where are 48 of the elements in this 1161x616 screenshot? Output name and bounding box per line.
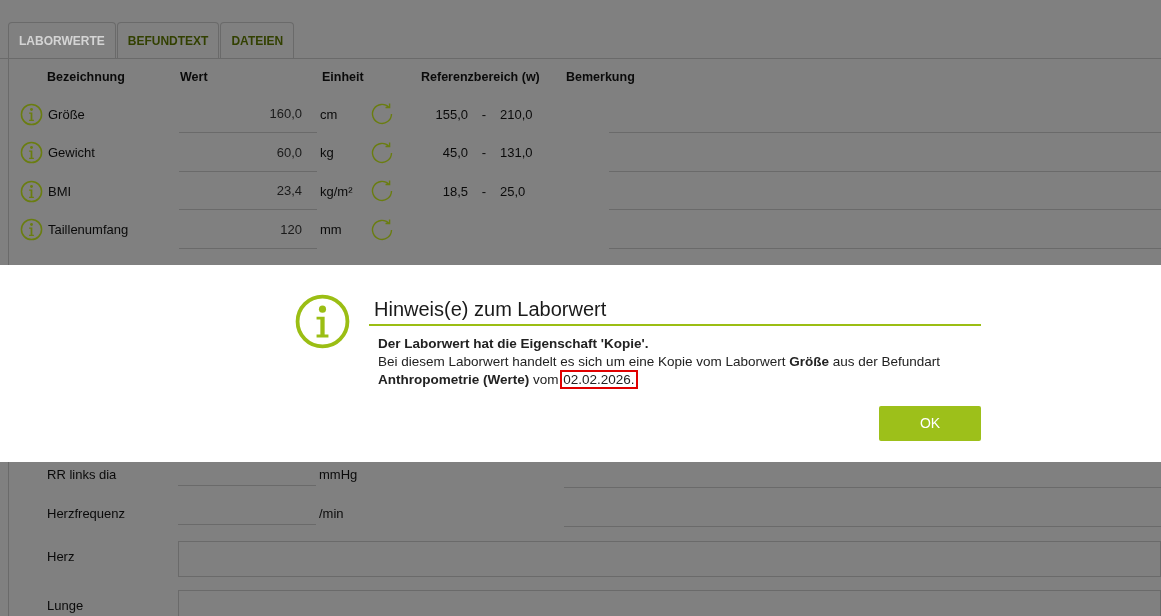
row-label: RR links dia xyxy=(47,466,118,484)
reference-high: 131,0 xyxy=(500,144,533,162)
tab[interactable]: DATEIEN xyxy=(220,22,295,58)
unit-label: mmHg xyxy=(319,466,359,484)
reference-high: 210,0 xyxy=(500,105,533,124)
value-field[interactable]: 160,0 xyxy=(179,95,317,134)
message-heading: Der Laborwert hat die Eigenschaft 'Kopie'. xyxy=(378,335,650,353)
refresh-icon[interactable] xyxy=(370,217,394,242)
column-header: Einheit xyxy=(322,68,365,86)
value-field[interactable]: 60,0 xyxy=(179,133,317,172)
row-label: BMI xyxy=(48,182,73,201)
reference-separator: - xyxy=(480,144,488,162)
column-header: Referenzbereich (w) xyxy=(421,68,541,86)
unit-label: kg xyxy=(320,144,335,162)
row-label: Lunge xyxy=(47,597,85,613)
date-text: 02.02.2026. xyxy=(562,372,636,387)
refresh-icon[interactable] xyxy=(370,102,394,127)
tab[interactable]: BEFUNDTEXT xyxy=(116,22,220,58)
info-icon xyxy=(20,179,43,203)
column-header: Bemerkung xyxy=(566,68,635,86)
info-icon xyxy=(20,102,43,126)
reference-low: 155,0 xyxy=(434,105,468,124)
dialog-title: Hinweis(e) zum Laborwert xyxy=(369,293,981,326)
reference-separator: - xyxy=(480,105,488,124)
unit-label: /min xyxy=(319,505,345,523)
column-header: Wert xyxy=(180,68,209,86)
value-field[interactable]: 23,4 xyxy=(179,172,317,211)
info-icon xyxy=(294,293,351,350)
unit-label: mm xyxy=(320,221,343,239)
unit-label: cm xyxy=(320,105,339,124)
row-label: Taillenumfang xyxy=(48,221,130,239)
row-label: Herzfrequenz xyxy=(47,505,127,523)
column-header: Bezeichnung xyxy=(47,68,126,86)
refresh-icon[interactable] xyxy=(370,140,394,165)
row-label: Gewicht xyxy=(48,144,96,162)
row-label: Herz xyxy=(47,548,76,564)
refresh-icon[interactable] xyxy=(370,179,394,204)
reference-high: 25,0 xyxy=(500,182,526,201)
reference-separator: - xyxy=(480,182,488,201)
info-icon xyxy=(20,141,43,165)
reference-low: 45,0 xyxy=(441,144,468,162)
unit-label: kg/m² xyxy=(320,182,354,201)
reference-low: 18,5 xyxy=(441,182,468,201)
message-text: Bei diesem Laborwert handelt es sich um eine Kopie vom Laborwert Größe aus der Befundart Anthropometrie (Werte) vom 02.02.2026. xyxy=(378,353,942,389)
info-icon xyxy=(20,218,43,242)
tab[interactable]: LABORWERTE xyxy=(8,22,116,58)
value-field[interactable]: 120 xyxy=(179,210,317,249)
row-label: Größe xyxy=(48,105,86,124)
